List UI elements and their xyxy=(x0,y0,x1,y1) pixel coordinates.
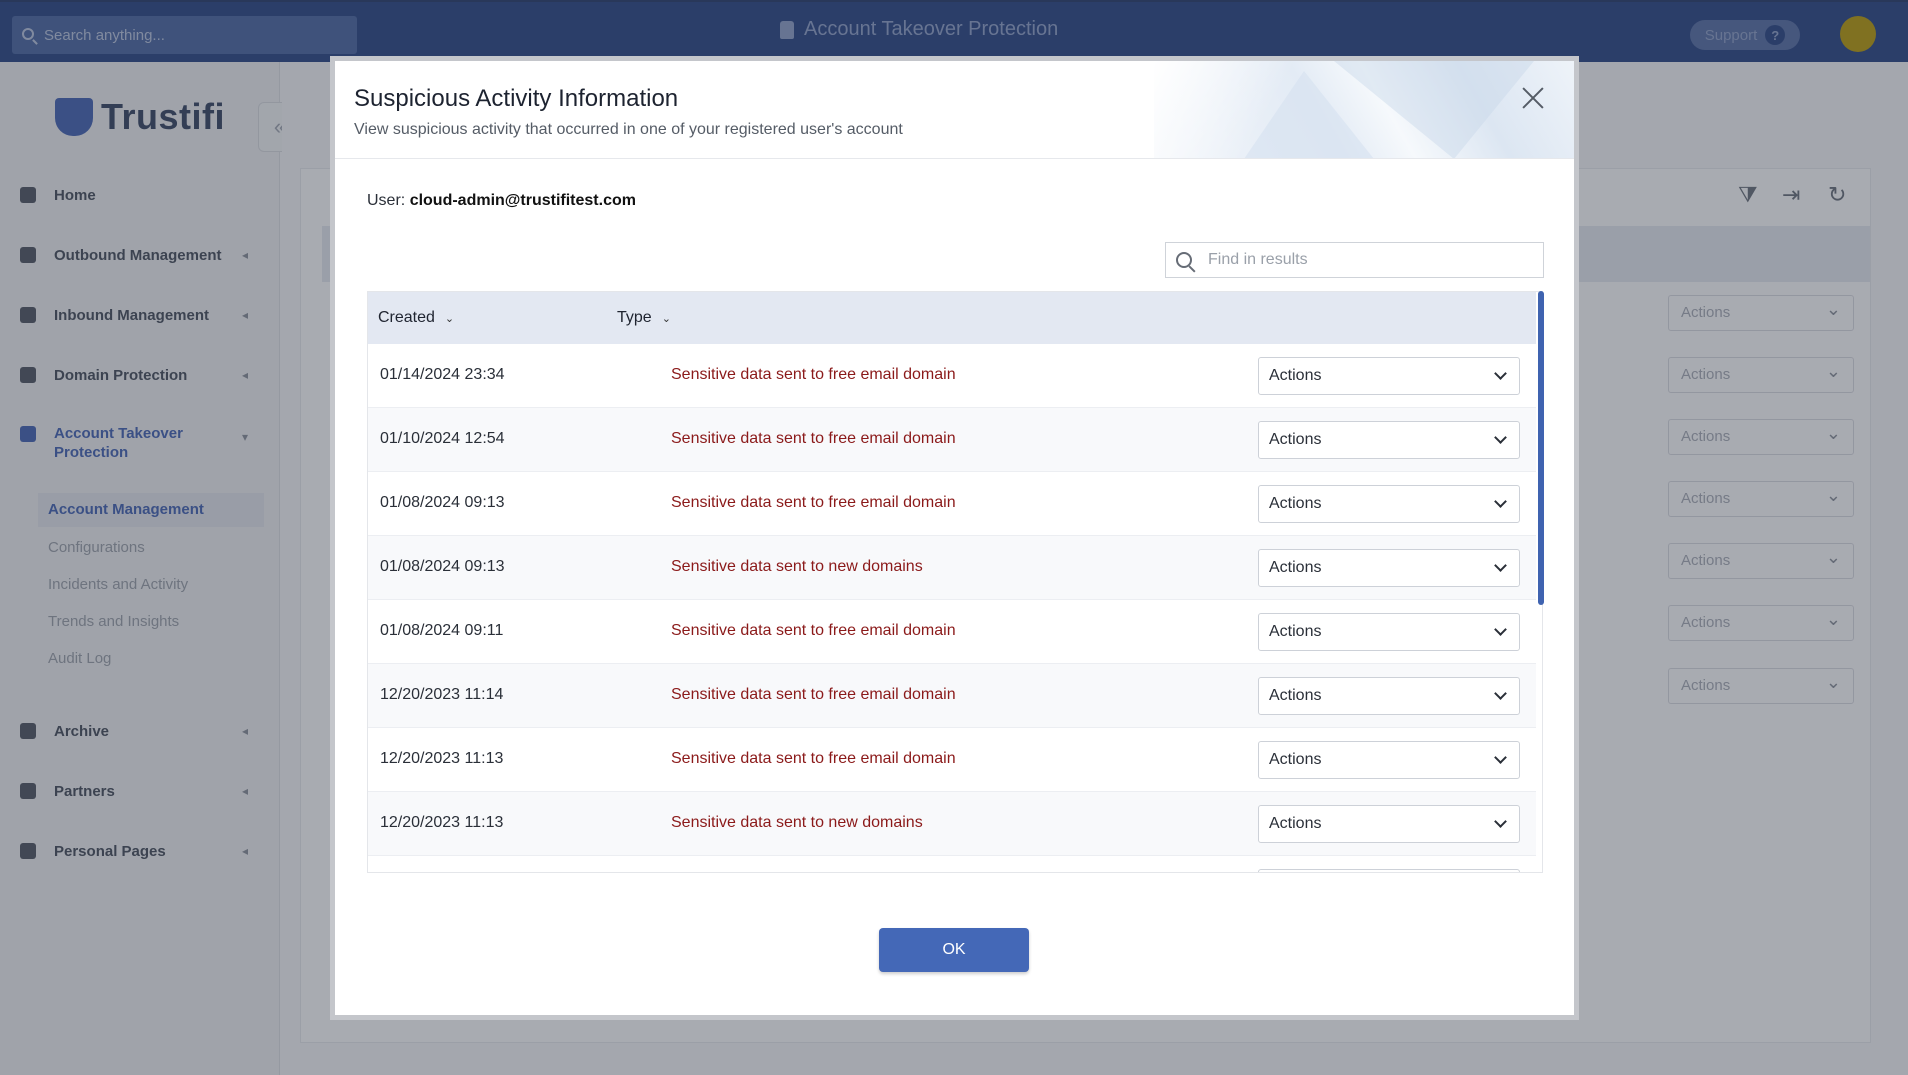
actions-label: Actions xyxy=(1269,815,1322,832)
chevron-down-icon: ⌄ xyxy=(661,313,671,325)
table-row: 01/08/2024 09:13 Sensitive data sent to … xyxy=(368,536,1536,600)
actions-dropdown[interactable]: Actions xyxy=(1258,421,1520,459)
actions-dropdown[interactable]: Actions xyxy=(1258,357,1520,395)
actions-dropdown[interactable]: Actions xyxy=(1258,613,1520,651)
cell-created: 12/20/2023 11:13 xyxy=(380,814,504,831)
modal-subtitle: View suspicious activity that occurred i… xyxy=(354,121,903,138)
search-icon xyxy=(1176,252,1192,268)
column-type[interactable]: Type ⌄ xyxy=(617,309,671,327)
cell-type: Sensitive data sent to free email domain xyxy=(671,686,956,703)
cell-type: Sensitive data sent to free email domain xyxy=(671,750,956,767)
chevron-down-icon xyxy=(1494,751,1507,764)
cell-created: 12/20/2023 11:14 xyxy=(380,686,504,703)
modal-header: Suspicious Activity Information View sus… xyxy=(335,61,1574,159)
actions-dropdown[interactable]: Actions xyxy=(1258,741,1520,779)
table-row: 01/14/2024 23:34 Sensitive data sent to … xyxy=(368,344,1536,408)
chevron-down-icon xyxy=(1494,431,1507,444)
chevron-down-icon xyxy=(1494,815,1507,828)
cell-created: 01/08/2024 09:11 xyxy=(380,622,504,639)
chevron-down-icon xyxy=(1494,687,1507,700)
cell-type: Sensitive data sent to new domains xyxy=(671,814,923,831)
table-row: 12/20/2023 11:13 Sensitive data sent to … xyxy=(368,728,1536,792)
actions-label: Actions xyxy=(1269,751,1322,768)
table-scrollbar[interactable] xyxy=(1538,291,1544,605)
find-in-results-input[interactable] xyxy=(1206,250,1526,270)
find-in-results-field[interactable] xyxy=(1165,242,1544,278)
cell-type: Sensitive data sent to free email domain xyxy=(671,366,956,383)
table-row: 12/20/2023 11:13 Sensitive data sent to … xyxy=(368,792,1536,856)
chevron-down-icon xyxy=(1494,623,1507,636)
cell-created: 01/14/2024 23:34 xyxy=(380,366,505,383)
actions-dropdown[interactable]: Actions xyxy=(1258,677,1520,715)
chevron-down-icon xyxy=(1494,495,1507,508)
cell-created: 01/08/2024 09:13 xyxy=(380,558,505,575)
ok-button[interactable]: OK xyxy=(879,928,1029,972)
actions-dropdown[interactable]: Actions xyxy=(1258,549,1520,587)
column-created[interactable]: Created ⌄ xyxy=(378,309,454,327)
chevron-down-icon xyxy=(1494,559,1507,572)
cell-created: 01/10/2024 12:54 xyxy=(380,430,505,447)
suspicious-activity-modal: Suspicious Activity Information View sus… xyxy=(330,56,1579,1020)
chevron-down-icon xyxy=(1494,367,1507,380)
chevron-down-icon: ⌄ xyxy=(444,313,455,325)
user-email: cloud-admin@trustifitest.com xyxy=(409,192,636,209)
cell-type: Sensitive data sent to new domains xyxy=(671,558,923,575)
activity-table: Created ⌄ Type ⌄ 01/14/2024 23:34 Sensitiv… xyxy=(367,291,1543,873)
table-row-partial xyxy=(368,856,1536,872)
actions-dropdown[interactable]: Actions xyxy=(1258,485,1520,523)
actions-dropdown[interactable]: Actions xyxy=(1258,805,1520,843)
cell-type: Sensitive data sent to free email domain xyxy=(671,494,956,511)
actions-label: Actions xyxy=(1269,559,1322,576)
cell-type: Sensitive data sent to free email domain xyxy=(671,622,956,639)
modal-title: Suspicious Activity Information xyxy=(354,85,679,112)
table-header: Created ⌄ Type ⌄ xyxy=(368,292,1536,344)
table-row: 01/08/2024 09:13 Sensitive data sent to … xyxy=(368,472,1536,536)
actions-label: Actions xyxy=(1269,687,1322,704)
actions-label: Actions xyxy=(1269,431,1322,448)
close-icon[interactable] xyxy=(1518,83,1548,113)
actions-dropdown[interactable] xyxy=(1258,869,1520,872)
table-row: 12/20/2023 11:14 Sensitive data sent to … xyxy=(368,664,1536,728)
column-created-label: Created xyxy=(378,309,435,326)
actions-label: Actions xyxy=(1269,623,1322,640)
cell-created: 12/20/2023 11:13 xyxy=(380,750,504,767)
table-row: 01/08/2024 09:11 Sensitive data sent to … xyxy=(368,600,1536,664)
actions-label: Actions xyxy=(1269,367,1322,384)
actions-label: Actions xyxy=(1269,495,1322,512)
user-label: User: xyxy=(367,192,406,209)
user-line: User: cloud-admin@trustifitest.com xyxy=(367,192,636,210)
cell-created: 01/08/2024 09:13 xyxy=(380,494,505,511)
column-type-label: Type xyxy=(617,309,652,326)
header-decoration xyxy=(1154,61,1574,158)
table-row: 01/10/2024 12:54 Sensitive data sent to … xyxy=(368,408,1536,472)
cell-type: Sensitive data sent to free email domain xyxy=(671,430,956,447)
